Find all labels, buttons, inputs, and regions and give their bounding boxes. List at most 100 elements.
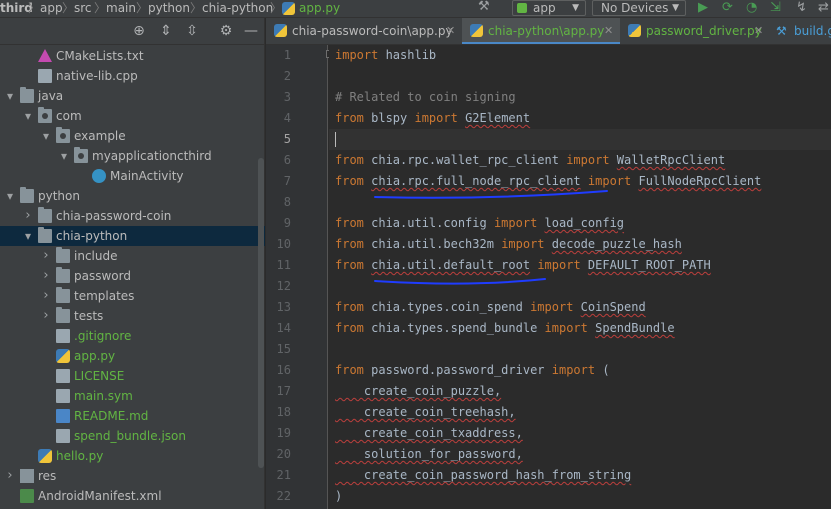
tree-item-myapplicationcthird[interactable]: ▾ myapplicationcthird [0,146,265,166]
code-line-13: from chia.types.coin_spend import CoinSp… [335,300,646,314]
close-icon[interactable]: ✕ [446,18,455,44]
tree-item-hello-py[interactable]: hello.py [0,446,265,466]
tree-item-native-lib-cpp[interactable]: native-lib.cpp [0,66,265,86]
text-caret [335,132,336,147]
tree-item-chia-password-coin[interactable]: › chia-password-coin [0,206,265,226]
chevron-down-icon[interactable]: ▾ [4,86,16,106]
tree-item-label: chia-password-coin [56,209,172,223]
tree-item-app-py[interactable]: app.py [0,346,265,366]
debug-icon[interactable]: ⟳ [722,0,733,15]
project-tree: CMakeLists.txt native-lib.cpp ▾ java ▾ com ▾ ex… [0,46,265,509]
device-dropdown[interactable]: No Devices ▼ [592,0,686,16]
breadcrumb-file[interactable]: app.py [299,0,340,17]
collapse-all-icon[interactable]: ⇳ [184,23,200,39]
chevron-down-icon[interactable]: ▾ [22,226,34,246]
line-number-gutter[interactable]: 1 2 3 4 5 6 7 8 9 10 11 12 13 14 15 16 17 18 19 20 21 22 [266,45,328,509]
package-icon [56,127,70,143]
code-line-7: from chia.rpc.full_node_rpc_client impor… [335,174,762,188]
tree-item-java[interactable]: ▾ java [0,86,265,106]
line-number: 16 [276,363,291,377]
chevron-right-icon[interactable]: › [40,306,52,326]
editor-tabs: chia-password-coin\app.py ✕ chia-python\… [266,18,831,45]
chevron-down-icon[interactable]: ▾ [22,106,34,126]
breadcrumb-app[interactable]: app [40,0,63,17]
breadcrumb-src[interactable]: src [74,0,92,17]
chevron-down-icon[interactable]: ▾ [4,186,16,206]
folder-icon [20,187,34,203]
chevron-right-icon[interactable]: › [22,206,34,226]
project-panel: ⊕ ⇕ ⇳ ⚙ — CMakeLists.txt native-lib.cpp ▾ j… [0,18,265,509]
attach-debugger-icon[interactable]: ⇲ [770,0,781,15]
tab-build-gradle[interactable]: ⚒ build.g [770,18,831,44]
code-line-6: from chia.rpc.wallet_rpc_client import W… [335,153,726,167]
tree-item-label: main.sym [74,389,133,403]
tab-chia-password-coin-app[interactable]: chia-password-coin\app.py ✕ [266,18,462,44]
tree-item-res[interactable]: › res [0,466,265,486]
chevron-right-icon[interactable]: › [40,246,52,266]
line-number: 7 [283,174,291,188]
code-editor[interactable]: import hashlib # Related to coin signing… [329,45,831,509]
sync-icon[interactable]: ⇄ [818,0,829,15]
tree-item-main-sym[interactable]: main.sym [0,386,265,406]
run-icon[interactable]: ▶ [698,0,708,15]
python-file-icon [628,24,641,37]
tab-password-driver[interactable]: password_driver.py ✕ [620,18,770,44]
close-icon[interactable]: ✕ [604,18,613,44]
tree-item-example[interactable]: ▾ example [0,126,265,146]
close-icon[interactable]: ✕ [754,18,763,44]
breadcrumb-main[interactable]: main [106,0,136,17]
python-file-icon [56,349,70,363]
folder-icon [38,227,52,243]
markdown-file-icon [56,409,70,423]
tree-item-tests[interactable]: › tests [0,306,265,326]
tree-item-password[interactable]: › password [0,266,265,286]
hammer-icon[interactable]: ⚒ [478,0,490,14]
tree-item-readme-md[interactable]: README.md [0,406,265,426]
run-config-dropdown[interactable]: app ▼ [512,0,586,16]
tree-item-templates[interactable]: › templates [0,286,265,306]
tab-chia-python-app[interactable]: chia-python\app.py ✕ [462,18,620,44]
chevron-down-icon[interactable]: ▾ [40,126,52,146]
expand-all-icon[interactable]: ⇕ [158,23,174,39]
tree-item-androidmanifest-xml[interactable]: AndroidManifest.xml [0,486,265,506]
tree-item-com[interactable]: ▾ com [0,106,265,126]
manifest-file-icon [20,489,34,503]
run-config-label: app [533,1,556,15]
breadcrumb-separator: 〉 [270,1,283,15]
tree-item-label: com [56,109,82,123]
breadcrumb-chia-python[interactable]: chia-python [202,0,273,17]
chevron-right-icon[interactable]: › [40,286,52,306]
breadcrumb-separator: 〉 [62,1,75,15]
code-line-19: create_coin_txaddress, [335,426,523,440]
tree-item-cmakelists-txt[interactable]: CMakeLists.txt [0,46,265,66]
chevron-right-icon[interactable]: › [40,266,52,286]
tree-item-label: README.md [74,409,149,423]
gear-icon[interactable]: ⚙ [218,23,234,39]
tree-item-spend-bundle-json[interactable]: spend_bundle.json [0,426,265,446]
tree-item-include[interactable]: › include [0,246,265,266]
tab-label: chia-password-coin\app.py [292,24,453,38]
tree-item-license[interactable]: LICENSE [0,366,265,386]
line-number: 10 [276,237,291,251]
tree-item-gitignore[interactable]: .gitignore [0,326,265,346]
text-file-icon [56,389,70,403]
tree-item-label: templates [74,289,135,303]
hide-panel-icon[interactable]: — [243,23,259,39]
breadcrumb-python[interactable]: python [148,0,190,17]
chevron-down-icon[interactable]: ▾ [58,146,70,166]
tree-item-chia-python[interactable]: ▾ chia-python [0,226,265,246]
locate-file-icon[interactable]: ⊕ [131,23,147,39]
line-number: 20 [276,447,291,461]
line-number: 9 [283,216,291,230]
tree-item-label: AndroidManifest.xml [38,489,162,503]
chevron-right-icon[interactable]: › [4,466,16,486]
tree-item-mainactivity[interactable]: MainActivity [0,166,265,186]
line-number: 2 [283,69,291,83]
annotation-underline-line-11 [374,278,546,285]
apply-changes-icon[interactable]: ↯ [796,0,807,15]
folder-icon [56,307,70,323]
tree-item-python[interactable]: ▾ python [0,186,265,206]
line-number: 3 [283,90,291,104]
profile-icon[interactable]: ◔ [746,0,757,15]
tree-item-label: app.py [74,349,116,363]
